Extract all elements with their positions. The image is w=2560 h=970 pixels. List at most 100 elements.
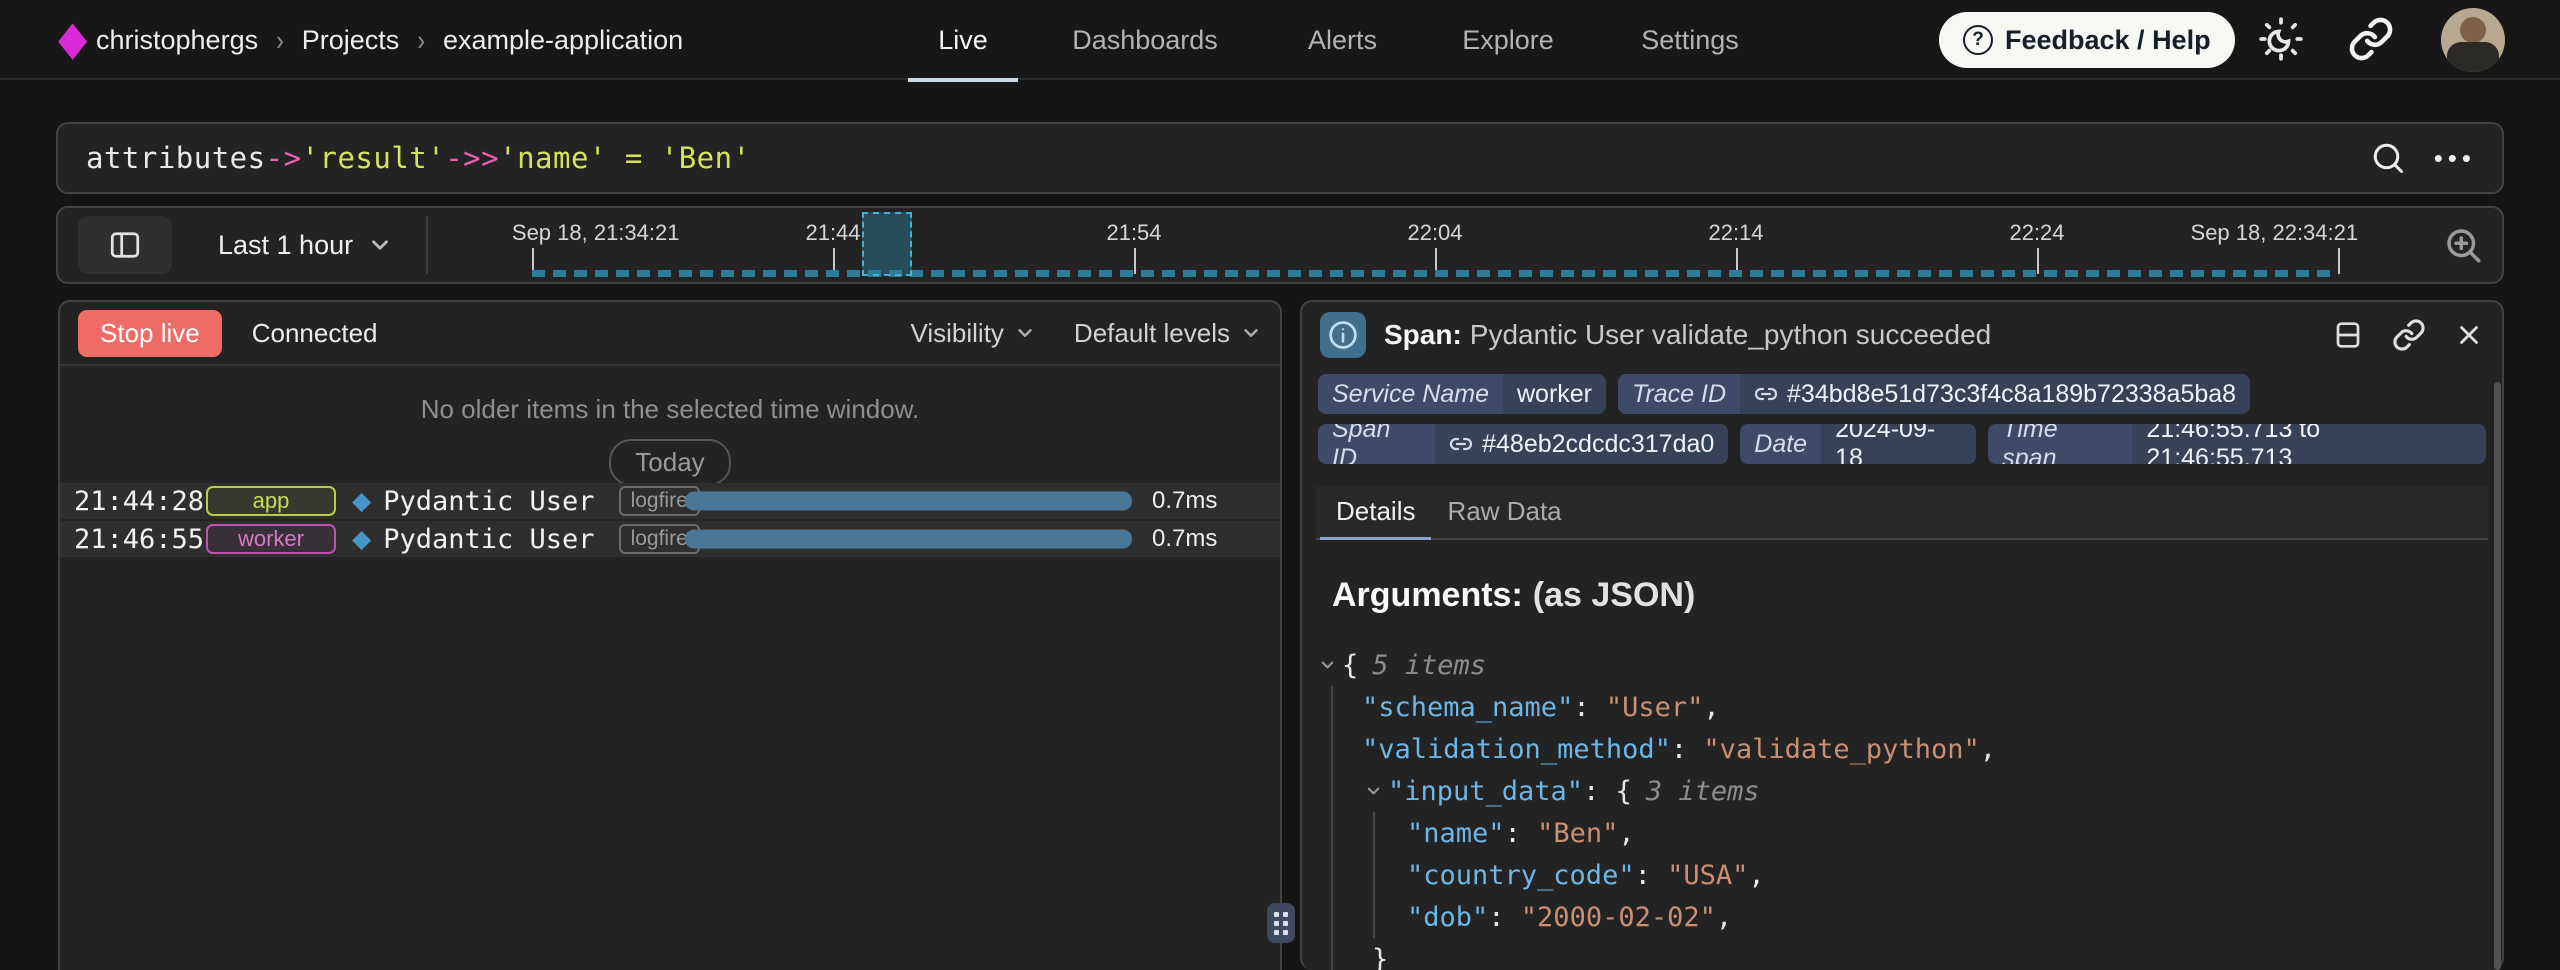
sidebar-toggle-button[interactable] — [78, 216, 172, 274]
duration-bar[interactable] — [685, 530, 1132, 549]
json-colon: : — [1488, 902, 1521, 933]
badge-label: Date — [1740, 424, 1821, 464]
log-rows: 21:44:28 app ◆ Pydantic User logfire 0.7… — [60, 483, 1280, 559]
tab-dashboards[interactable]: Dashboards — [1040, 0, 1250, 80]
breadcrumb-org[interactable]: christophergs — [96, 25, 258, 56]
theme-toggle-icon[interactable] — [2256, 14, 2306, 64]
query-input[interactable]: attributes->'result'->>'name' = 'Ben' — [86, 141, 751, 175]
json-line: "name": "Ben", — [1316, 812, 2482, 854]
timeline-selection[interactable] — [862, 212, 912, 276]
json-brace: { — [1342, 650, 1358, 681]
feedback-help-button[interactable]: ? Feedback / Help — [1939, 12, 2235, 68]
chevron-down-icon — [367, 232, 393, 258]
detail-tabs: Details Raw Data — [1316, 486, 2488, 540]
detail-panel-header: Span:Pydantic User validate_python succe… — [1302, 302, 2502, 368]
tab-explore[interactable]: Explore — [1428, 0, 1588, 80]
more-options-icon[interactable]: ••• — [2434, 143, 2476, 174]
tab-raw-data[interactable]: Raw Data — [1431, 484, 1577, 538]
feedback-help-label: Feedback / Help — [2005, 25, 2211, 56]
json-colon: : — [1671, 734, 1704, 765]
span-diamond-icon[interactable]: ◆ — [352, 524, 371, 554]
json-key: "schema_name" — [1362, 692, 1573, 723]
trace-id-badge[interactable]: Trace ID #34bd8e51d73c3f4c8a189b72338a5b… — [1618, 374, 2250, 414]
share-link-icon[interactable] — [2348, 16, 2394, 62]
top-nav: ◆ christophergs › Projects › example-app… — [0, 0, 2560, 80]
visibility-label: Visibility — [910, 318, 1003, 349]
badge-value: 21:46:55.713 to 21:46:55.713 — [2132, 424, 2486, 464]
json-colon: : — [1583, 776, 1616, 807]
row-timestamp: 21:46:55 — [74, 524, 204, 555]
breadcrumb-projects[interactable]: Projects — [302, 25, 400, 56]
badge-label: Time span — [1988, 424, 2132, 464]
json-line: "schema_name": "User", — [1316, 686, 2482, 728]
json-value: "USA" — [1667, 860, 1748, 891]
zoom-in-icon[interactable] — [2442, 224, 2484, 266]
json-line: "input_data": { 3 items — [1316, 770, 2482, 812]
json-comma: , — [1703, 692, 1719, 723]
close-icon[interactable] — [2454, 320, 2484, 350]
info-icon — [1320, 312, 1366, 358]
log-row[interactable]: 21:44:28 app ◆ Pydantic User logfire 0.7… — [60, 483, 1280, 521]
avatar-figure — [2447, 42, 2499, 72]
stop-live-button[interactable]: Stop live — [78, 310, 222, 357]
chevron-right-icon: › — [417, 23, 425, 57]
query-token: 'Ben' — [661, 141, 751, 175]
row-timestamp: 21:44:28 — [74, 486, 204, 517]
json-brace: { — [1616, 776, 1632, 807]
json-brace: } — [1372, 944, 1388, 970]
logfire-logo-icon[interactable]: ◆ — [58, 15, 87, 63]
json-line: { 5 items — [1316, 644, 2482, 686]
query-token: 'name' — [499, 141, 607, 175]
permalink-icon[interactable] — [2392, 318, 2426, 352]
json-tree: { 5 items "schema_name": "User", "valida… — [1316, 644, 2482, 970]
detail-panel-scrollbar[interactable] — [2494, 382, 2501, 970]
time-range-label: Last 1 hour — [218, 230, 353, 261]
panel-resize-handle[interactable] — [1267, 903, 1295, 943]
duration-bar[interactable] — [685, 492, 1132, 511]
span-diamond-icon[interactable]: ◆ — [352, 486, 371, 516]
json-item-count: 5 items — [1372, 650, 1486, 681]
question-circle-icon: ? — [1963, 25, 1993, 55]
collapse-caret-icon[interactable] — [1318, 656, 1337, 675]
search-icon[interactable] — [2370, 140, 2406, 176]
today-button[interactable]: Today — [609, 439, 730, 486]
chevron-down-icon — [1240, 322, 1262, 344]
chevron-right-icon: › — [276, 23, 284, 57]
env-badge[interactable]: worker — [206, 524, 336, 554]
json-comma: , — [1618, 818, 1634, 849]
tab-settings[interactable]: Settings — [1600, 0, 1780, 80]
tab-alerts[interactable]: Alerts — [1270, 0, 1415, 80]
arguments-heading-text: Arguments: — [1332, 576, 1523, 614]
arguments-heading: Arguments:(as JSON) — [1332, 576, 2502, 615]
query-token: = — [607, 141, 661, 175]
tab-details[interactable]: Details — [1320, 484, 1431, 538]
row-title[interactable]: Pydantic User — [383, 524, 594, 555]
json-key: "validation_method" — [1362, 734, 1671, 765]
json-comma: , — [1748, 860, 1764, 891]
split-view-icon[interactable] — [2332, 319, 2364, 351]
timeline-tick-label: 22:14 — [1708, 220, 1763, 246]
time-range-dropdown[interactable]: Last 1 hour — [218, 208, 393, 282]
link-icon — [1754, 382, 1778, 406]
default-levels-label: Default levels — [1074, 318, 1230, 349]
timeline-activity-strip[interactable] — [532, 270, 2338, 277]
visibility-dropdown[interactable]: Visibility — [910, 318, 1035, 349]
row-title[interactable]: Pydantic User — [383, 486, 594, 517]
timeline-tick-label: 21:44 — [805, 220, 860, 246]
span-id-badge[interactable]: Span ID #48eb2cdcdc317da0 — [1318, 424, 1728, 464]
live-view-panel: Stop live Connected Visibility Default l… — [58, 300, 1282, 970]
default-levels-dropdown[interactable]: Default levels — [1074, 318, 1262, 349]
query-bar[interactable]: attributes->'result'->>'name' = 'Ben' ••… — [56, 122, 2504, 194]
json-key: "dob" — [1407, 902, 1488, 933]
log-row[interactable]: 21:46:55 worker ◆ Pydantic User logfire … — [60, 521, 1280, 559]
breadcrumb-project[interactable]: example-application — [443, 25, 683, 56]
collapse-caret-icon[interactable] — [1364, 782, 1383, 801]
json-line: "country_code": "USA", — [1316, 854, 2482, 896]
user-avatar[interactable] — [2441, 8, 2505, 72]
span-detail-panel: Span:Pydantic User validate_python succe… — [1300, 300, 2504, 970]
query-token: -> — [266, 141, 302, 175]
span-title: Span:Pydantic User validate_python succe… — [1384, 319, 1991, 351]
json-line: "validation_method": "validate_python", — [1316, 728, 2482, 770]
tab-live[interactable]: Live — [908, 0, 1018, 80]
env-badge[interactable]: app — [206, 486, 336, 516]
